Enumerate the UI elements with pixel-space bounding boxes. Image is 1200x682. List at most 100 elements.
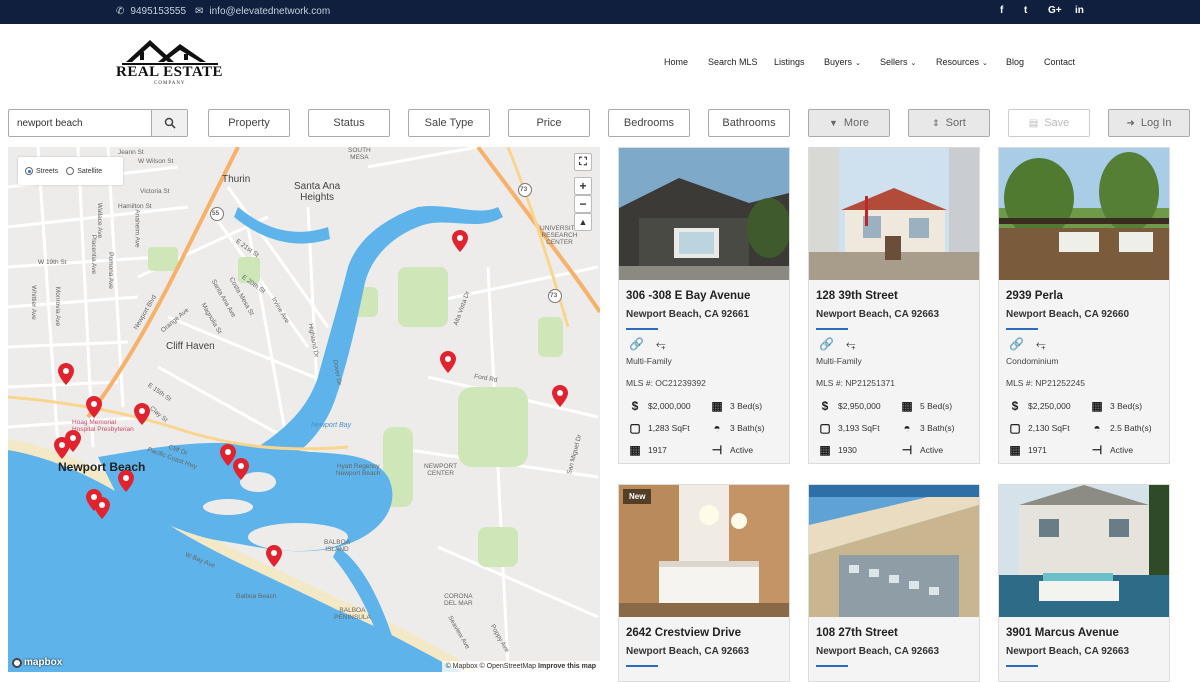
nav-buyers[interactable]: Buyers ⌄ [824,57,861,67]
attribution-mapbox-link[interactable]: © Mapbox [446,663,478,670]
envelope-icon: ✉ [195,6,204,17]
share-icon[interactable]: ⥆ [846,337,856,352]
accent-divider [626,328,658,330]
map-pin-icon[interactable] [552,385,568,407]
map-pin-icon[interactable] [86,396,102,418]
listing-address[interactable]: 128 39th Street [816,290,898,302]
nav-home[interactable]: Home [664,57,688,67]
linkedin-icon[interactable]: in [1075,5,1084,16]
listing-card[interactable]: New 2642 Crestview Drive Newport Beach, CA… [618,484,790,682]
listing-beds-row: ▦ 3 Bed(s) [1089,399,1142,413]
bed-icon: ▦ [711,399,723,413]
map-pin-icon[interactable] [134,403,150,425]
map-label-anaheim-ave: Anaheim Ave [133,209,141,248]
attribution-osm-link[interactable]: © OpenStreetMap [480,663,537,670]
share-icon[interactable]: ⥆ [656,337,666,352]
listing-card[interactable]: 306 -308 E Bay Avenue Newport Beach, CA 9… [618,147,790,464]
improve-map-link[interactable]: Improve this map [538,663,596,670]
phone-number[interactable]: 9495153555 [130,6,186,17]
search-box [8,109,188,137]
listing-status: Active [920,445,944,455]
map-attribution: © Mapbox © OpenStreetMap Improve this ma… [441,661,600,672]
map-pin-icon[interactable] [452,230,468,252]
status-filter-button[interactable]: Status [308,109,390,137]
fullscreen-button[interactable]: ⛶ [574,153,592,171]
property-map[interactable]: Streets Satellite Newport Beach Santa An… [8,147,600,672]
listing-beds: 3 Bed(s) [730,401,763,411]
facebook-icon[interactable]: f [1000,5,1003,16]
listing-baths: 2.5 Bath(s) [1110,423,1152,433]
nav-listings[interactable]: Listings [774,57,805,67]
streets-radio[interactable]: Streets [25,167,58,175]
listing-city: Newport Beach, CA 92663 [626,646,750,657]
listing-address[interactable]: 3901 Marcus Avenue [1006,627,1119,639]
search-button[interactable] [151,110,187,136]
link-icon[interactable]: 🔗 [819,337,834,352]
map-pin-icon[interactable] [58,363,74,385]
listing-photo[interactable] [999,148,1169,280]
nav-search-mls[interactable]: Search MLS [708,57,758,67]
link-icon[interactable]: 🔗 [629,337,644,352]
twitter-icon[interactable]: t [1024,5,1027,16]
phone-contact[interactable]: ✆ 9495153555 [116,6,186,17]
more-filters-button[interactable]: ▼ More [808,109,890,137]
map-pin-icon[interactable] [54,437,70,459]
listing-photo[interactable] [809,148,979,280]
listing-actions: 🔗 ⥆ [629,337,666,352]
price-filter-button[interactable]: Price [508,109,590,137]
listing-card[interactable]: 128 39th Street Newport Beach, CA 92663 🔗 ⥆… [808,147,980,464]
listing-address[interactable]: 2939 Perla [1006,290,1063,302]
email-contact[interactable]: ✉ info@elevatednetwork.com [195,6,330,17]
sort-button[interactable]: ⇕ Sort [908,109,990,137]
ruler-icon: ▢ [819,421,831,435]
logo-subtext: COMPANY [154,81,186,86]
listing-photo[interactable] [619,485,789,617]
map-pin-icon[interactable] [233,458,249,480]
login-label: Log In [1140,117,1172,129]
nav-blog[interactable]: Blog [1006,57,1024,67]
listing-price: $2,250,000 [1028,401,1071,411]
compass-button[interactable]: ▲ [574,213,592,231]
sale-type-filter-button[interactable]: Sale Type [408,109,490,137]
listing-card[interactable]: 2939 Perla Newport Beach, CA 92660 🔗 ⥆ Condo… [998,147,1170,464]
link-icon[interactable]: 🔗 [1009,337,1024,352]
listing-address[interactable]: 2642 Crestview Drive [626,627,741,639]
listing-status: Active [1110,445,1134,455]
property-filter-button[interactable]: Property [208,109,290,137]
logo-text: REAL ESTATE [116,64,224,80]
login-button[interactable]: ➜ Log In [1108,109,1190,137]
listing-beds-row: ▦ 5 Bed(s) [899,399,952,413]
compass-icon: ▲ [578,217,588,227]
accent-divider [816,328,848,330]
nav-sellers[interactable]: Sellers ⌄ [880,57,916,67]
listing-photo[interactable] [809,485,979,617]
map-pin-icon[interactable] [440,351,456,373]
listing-address[interactable]: 108 27th Street [816,627,898,639]
bedrooms-filter-button[interactable]: Bedrooms [608,109,690,137]
zoom-out-button[interactable]: − [574,195,592,213]
mapbox-logo[interactable]: mapbox [12,657,62,668]
satellite-radio[interactable]: Satellite [66,167,102,175]
nav-resources[interactable]: Resources ⌄ [936,57,988,67]
site-logo[interactable]: REAL ESTATE COMPANY [114,36,226,96]
listing-photo[interactable] [619,148,789,280]
email-address[interactable]: info@elevatednetwork.com [209,6,330,17]
save-search-button[interactable]: ▤ Save [1008,109,1090,137]
zoom-in-button[interactable]: + [574,177,592,195]
map-pin-icon[interactable] [118,470,134,492]
listing-card[interactable]: 108 27th Street Newport Beach, CA 92663 [808,484,980,682]
bathrooms-filter-button[interactable]: Bathrooms [708,109,790,137]
listing-address[interactable]: 306 -308 E Bay Avenue [626,290,750,302]
share-icon[interactable]: ⥆ [1036,337,1046,352]
nav-contact[interactable]: Contact [1044,57,1075,67]
search-input[interactable] [9,110,151,136]
year-built-row: ▦ 1930 [817,443,857,457]
listing-beds: 3 Bed(s) [1110,401,1143,411]
funnel-icon: ▼ [829,118,838,128]
google-plus-icon[interactable]: G+ [1048,5,1062,16]
map-pin-icon[interactable] [94,497,110,519]
listing-photo[interactable] [999,485,1169,617]
listing-beds: 5 Bed(s) [920,401,953,411]
listing-card[interactable]: 3901 Marcus Avenue Newport Beach, CA 9266… [998,484,1170,682]
map-pin-icon[interactable] [266,545,282,567]
